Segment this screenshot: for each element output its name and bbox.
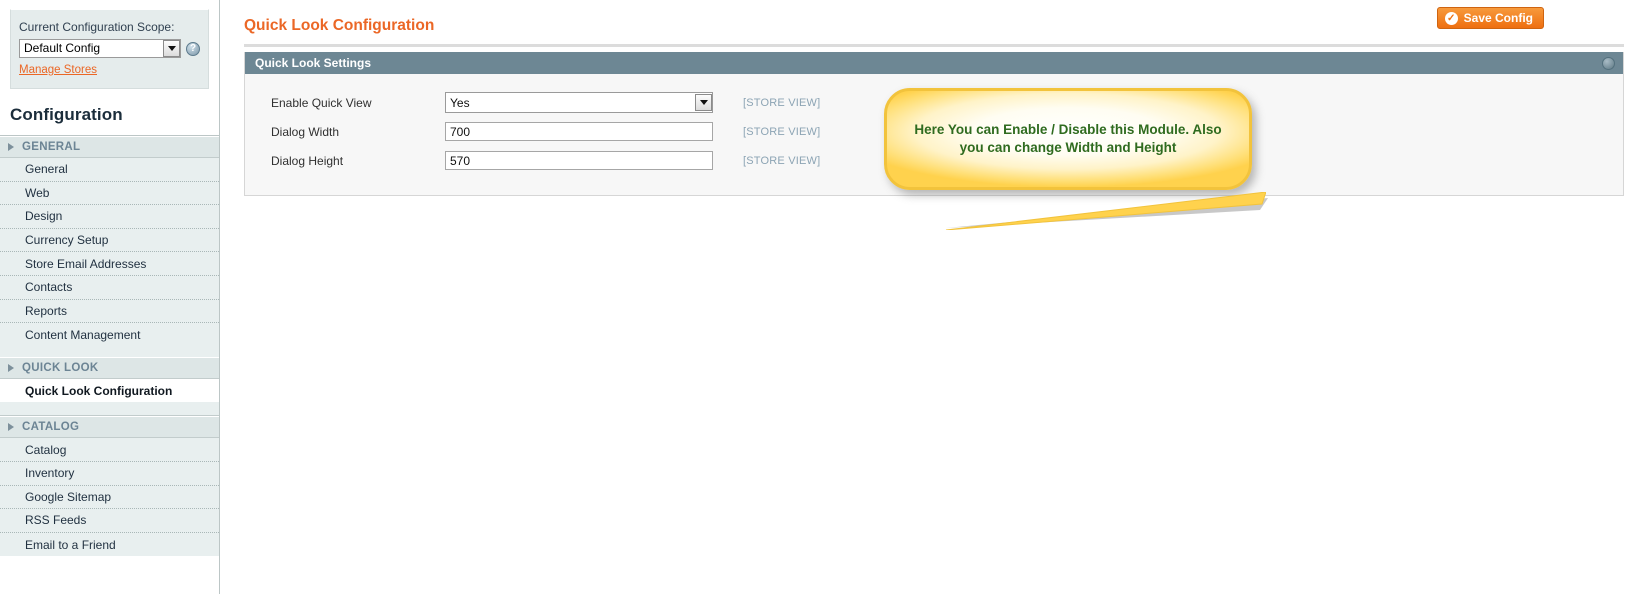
scope-badge: [STORE VIEW] (743, 96, 821, 109)
sidebar-section-label: CATALOG (22, 421, 80, 434)
dialog-height-input[interactable] (445, 151, 713, 170)
triangle-right-icon (8, 363, 14, 372)
manage-stores-link[interactable]: Manage Stores (19, 64, 97, 76)
page-header: Quick Look Configuration ✓ Save Config (244, 0, 1624, 48)
sidebar-item-currency-setup[interactable]: Currency Setup (0, 228, 219, 253)
save-config-label: Save Config (1463, 11, 1533, 25)
save-config-button[interactable]: ✓ Save Config (1436, 7, 1544, 29)
sidebar-item-store-email-addresses[interactable]: Store Email Addresses (0, 252, 219, 276)
sidebar-item-email-to-a-friend[interactable]: Email to a Friend (0, 532, 219, 557)
sidebar-item-catalog[interactable]: Catalog (0, 438, 219, 462)
sidebar-item-quick-look-configuration[interactable]: Quick Look Configuration (0, 378, 219, 403)
dialog-width-input[interactable] (445, 122, 713, 141)
panel-title: Quick Look Settings (255, 56, 372, 70)
panel-header[interactable]: Quick Look Settings (245, 52, 1623, 74)
enable-quick-view-select[interactable]: Yes (445, 92, 713, 113)
help-question-icon[interactable]: ? (186, 41, 200, 56)
field-label: Dialog Width (271, 124, 340, 139)
sidebar-item-google-sitemap[interactable]: Google Sitemap (0, 485, 219, 510)
page-title: Quick Look Configuration (244, 17, 435, 34)
sidebar-item-contacts[interactable]: Contacts (0, 275, 219, 300)
page-title-sidebar: Configuration (0, 89, 219, 136)
configuration-scope-box: Current Configuration Scope: Default Con… (10, 9, 209, 89)
scope-badge: [STORE VIEW] (743, 154, 821, 167)
sidebar-item-content-management[interactable]: Content Management (0, 323, 219, 347)
sidebar-item-design[interactable]: Design (0, 205, 219, 229)
field-control (445, 151, 715, 170)
chevron-down-icon[interactable] (695, 94, 712, 111)
sidebar-item-general[interactable]: General (0, 158, 219, 182)
callout-tooltip: Here You can Enable / Disable this Modul… (884, 88, 1252, 190)
field-control (445, 122, 715, 141)
magento-admin-config-page: Current Configuration Scope: Default Con… (0, 0, 1644, 594)
sidebar: Current Configuration Scope: Default Con… (0, 0, 220, 594)
sidebar-section-label: QUICK LOOK (22, 361, 99, 374)
sidebar-section-label: GENERAL (22, 141, 81, 153)
collapse-circle-icon[interactable] (1602, 56, 1615, 70)
sidebar-section-catalog[interactable]: CATALOG (0, 416, 219, 439)
field-label: Dialog Height (271, 153, 344, 168)
scope-select[interactable]: Default Config (19, 39, 181, 58)
check-circle-icon: ✓ (1444, 11, 1458, 25)
sidebar-item-rss-feeds[interactable]: RSS Feeds (0, 509, 219, 533)
field-control: Yes (445, 92, 715, 113)
enable-quick-view-value: Yes (450, 95, 470, 110)
sidebar-gap (0, 402, 219, 417)
sidebar-item-reports[interactable]: Reports (0, 299, 219, 324)
sidebar-item-web[interactable]: Web (0, 181, 219, 206)
sidebar-gap (0, 346, 219, 357)
sidebar-section-quick-look[interactable]: QUICK LOOK (0, 356, 219, 379)
scope-badge: [STORE VIEW] (743, 125, 821, 138)
sidebar-item-inventory[interactable]: Inventory (0, 461, 219, 486)
triangle-right-icon (8, 423, 14, 432)
sidebar-section-general[interactable]: GENERAL (0, 136, 219, 158)
triangle-right-icon (8, 143, 14, 151)
scope-select-value: Default Config (24, 41, 101, 55)
field-label: Enable Quick View (271, 95, 372, 110)
chevron-down-icon[interactable] (163, 40, 180, 57)
callout-text: Here You can Enable / Disable this Modul… (914, 121, 1222, 156)
scope-label: Current Configuration Scope: (19, 20, 175, 34)
title-divider (244, 44, 1624, 47)
scope-row: Default Config ? (19, 39, 200, 58)
